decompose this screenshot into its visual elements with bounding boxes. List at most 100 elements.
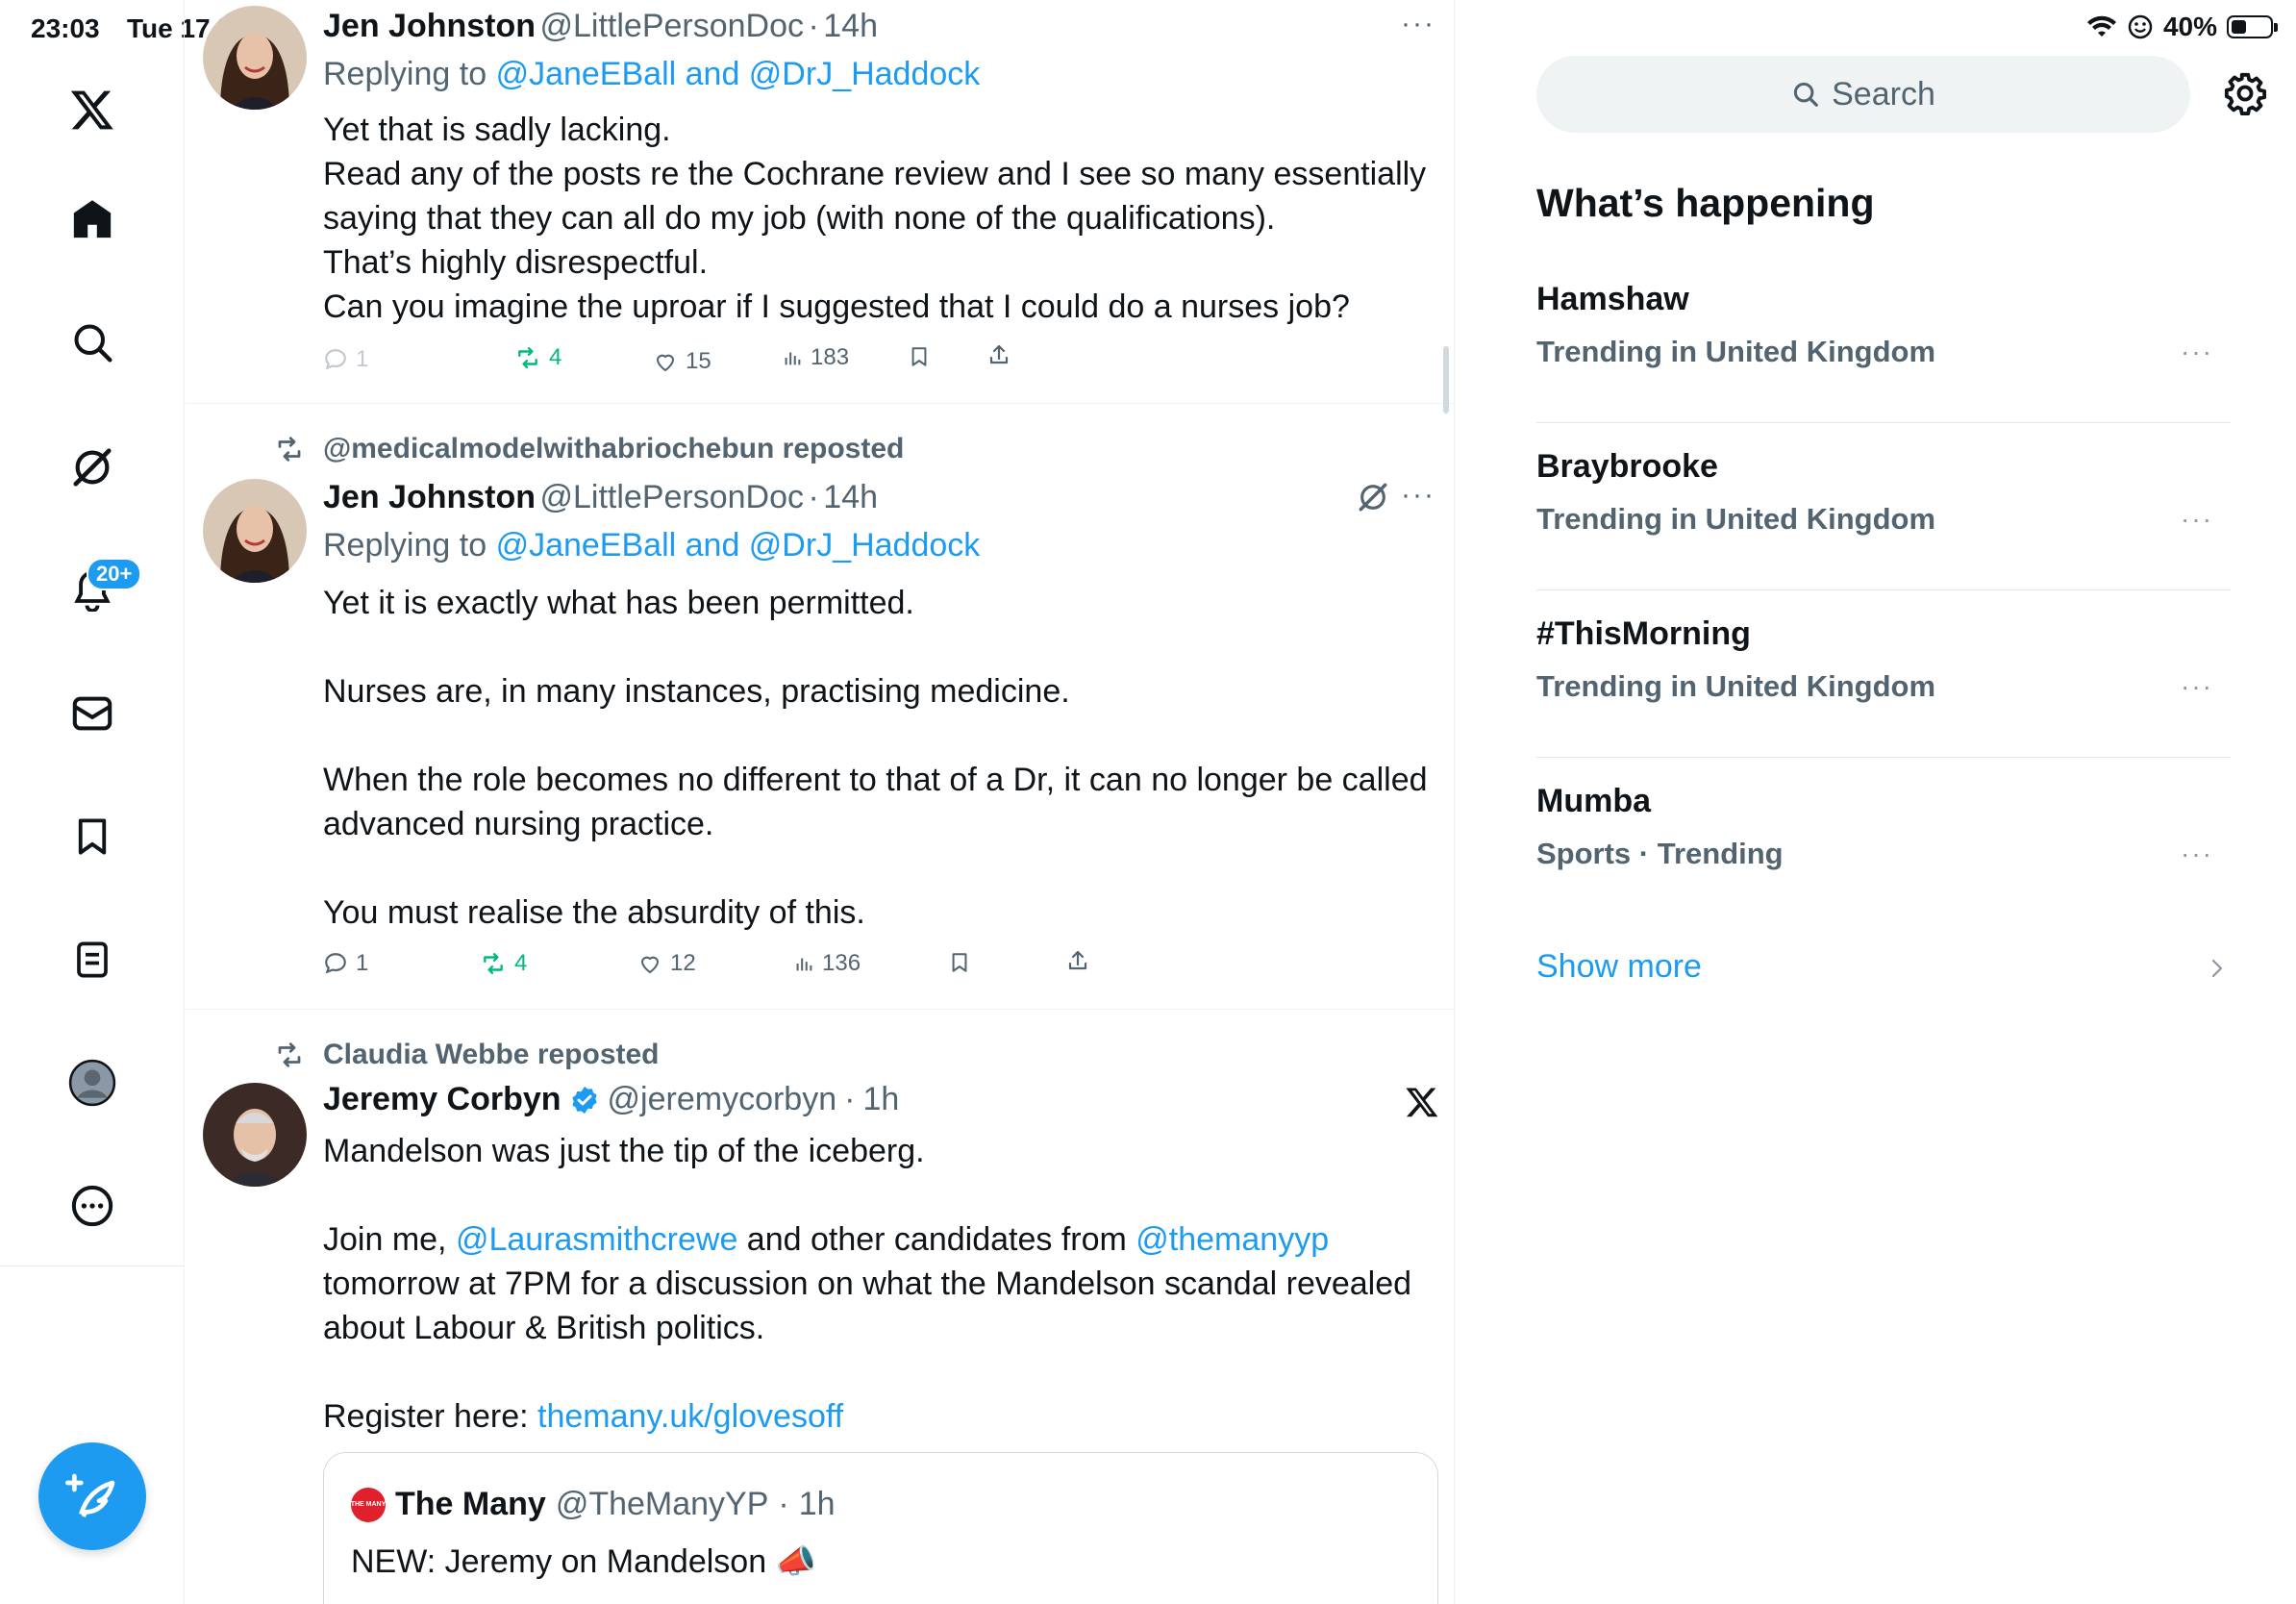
trend-name[interactable]: Mumba: [1536, 783, 1651, 820]
trend-item[interactable]: #ThisMorning Trending in United Kingdom …: [1536, 590, 2231, 758]
views-button[interactable]: 136: [793, 950, 861, 977]
trend-name[interactable]: #ThisMorning: [1536, 615, 1751, 653]
bookmark-button[interactable]: [949, 950, 970, 975]
like-button[interactable]: 12: [637, 950, 696, 977]
repost-attribution[interactable]: @medicalmodelwithabriochebun reposted: [278, 433, 904, 465]
post-text-line: saying that they can all do my job (with…: [323, 200, 1276, 237]
like-count: 12: [670, 950, 696, 976]
url-link[interactable]: themany.uk/glovesoff: [537, 1398, 843, 1435]
x-logo-icon[interactable]: [63, 81, 121, 138]
quoted-post[interactable]: THE MANY The Many @TheManyYP · 1h NEW: J…: [323, 1452, 1438, 1604]
quote-avatar[interactable]: THE MANY: [351, 1487, 386, 1522]
post-actions-faded: 1: [323, 346, 1429, 385]
chevron-right-icon: [2208, 956, 2227, 981]
text-segment: and other candidates from: [737, 1221, 1136, 1258]
post[interactable]: @medicalmodelwithabriochebun reposted Je…: [186, 404, 1454, 1010]
reply-button[interactable]: 1: [323, 950, 368, 977]
trend-item[interactable]: Hamshaw Trending in United Kingdom ···: [1536, 256, 2231, 423]
quote-text: NEW: Jeremy on Mandelson 📣: [351, 1543, 816, 1580]
timeline: Jen Johnston @LittlePersonDoc · 14h ··· …: [186, 0, 1455, 1604]
replying-to-label: Replying to: [323, 56, 487, 92]
avatar[interactable]: [203, 1083, 307, 1187]
views-button[interactable]: 183: [782, 344, 849, 371]
post-time[interactable]: 14h: [823, 479, 878, 515]
bookmark-button[interactable]: [909, 344, 930, 369]
trend-more-button[interactable]: ···: [2181, 337, 2213, 367]
trend-more-button[interactable]: ···: [2181, 839, 2213, 869]
messages-icon[interactable]: [63, 685, 121, 742]
avatar[interactable]: [203, 479, 307, 583]
search-input[interactable]: Search: [1536, 56, 2190, 133]
post[interactable]: Jen Johnston @LittlePersonDoc · 14h ··· …: [186, 0, 1454, 404]
lists-icon[interactable]: [63, 931, 121, 989]
author-name[interactable]: Jen Johnston: [323, 8, 536, 44]
post-text-line: Mandelson was just the tip of the iceber…: [323, 1133, 925, 1169]
reply-icon: [325, 953, 346, 974]
author-handle[interactable]: @LittlePersonDoc: [539, 479, 804, 515]
settings-gear-icon[interactable]: [2223, 71, 2267, 115]
trend-item[interactable]: Mumba Sports · Trending ···: [1536, 758, 2231, 925]
reposted-by-text[interactable]: @medicalmodelwithabriochebun reposted: [323, 433, 904, 465]
post-text-line: tomorrow at 7PM for a discussion on what…: [323, 1266, 1412, 1302]
replying-to-mentions[interactable]: @JaneEBall and @DrJ_Haddock: [496, 527, 981, 564]
heart-icon: [656, 354, 675, 372]
share-icon: [989, 344, 1009, 364]
trend-more-button[interactable]: ···: [2181, 504, 2213, 535]
more-icon[interactable]: [63, 1177, 121, 1235]
reply-count: 1: [356, 346, 369, 372]
search-icon: [1794, 82, 1818, 107]
repost-icon: [518, 347, 537, 368]
whats-happening-title: What’s happening: [1536, 181, 1875, 225]
left-nav: 20+: [0, 0, 185, 1604]
post-more-button[interactable]: ···: [1401, 479, 1435, 512]
notification-badge: 20+: [87, 558, 142, 590]
author-name[interactable]: Jeremy Corbyn: [323, 1081, 562, 1118]
trend-more-button[interactable]: ···: [2181, 671, 2213, 702]
grok-icon[interactable]: [63, 439, 121, 496]
post-text: Yet that is sadly lacking. Read any of t…: [323, 108, 1426, 329]
repost-attribution[interactable]: Claudia Webbe reposted: [278, 1039, 660, 1071]
reposted-by-text[interactable]: Claudia Webbe reposted: [323, 1039, 660, 1071]
separator: ·: [778, 1486, 789, 1522]
reply-button[interactable]: 1: [323, 346, 368, 373]
bookmark-icon: [952, 953, 967, 972]
separator: ·: [808, 479, 819, 515]
share-button[interactable]: [1066, 948, 1089, 973]
grok-icon[interactable]: [1357, 481, 1389, 514]
post-time[interactable]: 14h: [823, 8, 878, 44]
post-text: Mandelson was just the tip of the iceber…: [323, 1129, 1411, 1439]
compose-post-button[interactable]: [38, 1442, 146, 1550]
mention-link[interactable]: @Laurasmithcrewe: [456, 1221, 737, 1258]
author-handle[interactable]: @LittlePersonDoc: [539, 8, 804, 44]
feather-plus-icon: [65, 1473, 115, 1518]
post-more-button[interactable]: ···: [1401, 8, 1435, 40]
author-handle[interactable]: @jeremycorbyn: [608, 1081, 837, 1118]
like-button[interactable]: 15: [653, 348, 711, 375]
repost-icon: [484, 953, 503, 974]
avatar[interactable]: [203, 6, 307, 110]
post-time[interactable]: 1h: [862, 1081, 899, 1118]
post-text-line: When the role becomes no different to th…: [323, 762, 1428, 798]
replying-to-mentions[interactable]: @JaneEBall and @DrJ_Haddock: [496, 56, 981, 92]
repost-icon: [278, 437, 301, 462]
repost-button[interactable]: 4: [514, 344, 562, 371]
trend-item[interactable]: Braybrooke Trending in United Kingdom ··…: [1536, 423, 2231, 590]
wifi-icon: [2086, 14, 2117, 39]
author-name[interactable]: Jen Johnston: [323, 479, 536, 515]
mention-link[interactable]: @themanyyp: [1136, 1221, 1329, 1258]
quote-author-handle[interactable]: @TheManyYP: [556, 1486, 769, 1523]
verified-badge-icon: [571, 1086, 597, 1114]
text-segment: Join me,: [323, 1221, 456, 1258]
trend-name[interactable]: Braybrooke: [1536, 448, 1718, 486]
separator: ·: [844, 1081, 856, 1117]
bookmarks-icon[interactable]: [63, 808, 121, 865]
share-button[interactable]: [987, 342, 1011, 367]
trend-name[interactable]: Hamshaw: [1536, 281, 1689, 318]
search-icon[interactable]: [63, 313, 121, 371]
profile-icon[interactable]: [63, 1054, 121, 1112]
show-more-link[interactable]: Show more: [1536, 948, 1702, 986]
post-text: Yet it is exactly what has been permitte…: [323, 581, 1428, 935]
repost-button[interactable]: 4: [480, 950, 527, 977]
home-icon[interactable]: [63, 190, 121, 248]
quote-author-name[interactable]: The Many: [395, 1486, 546, 1523]
